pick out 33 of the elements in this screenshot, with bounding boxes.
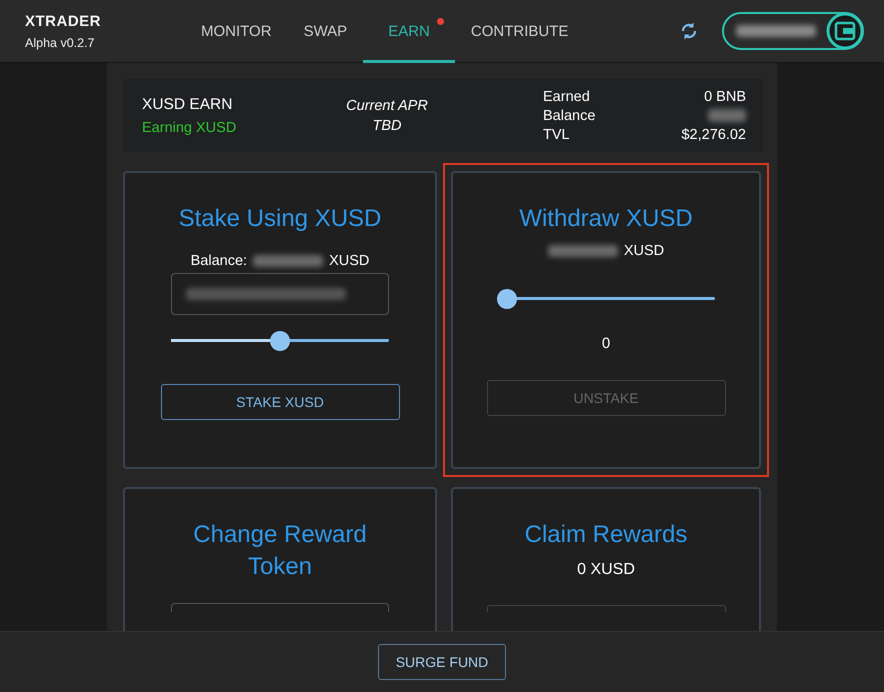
reward-amount: 0 XUSD — [577, 561, 635, 579]
version-label: Alpha v0.2.7 — [25, 36, 96, 50]
card-title: Stake Using XUSD — [178, 204, 382, 234]
surge-fund-button[interactable]: SURGE FUND — [378, 644, 506, 680]
card-title: Change Reward Token — [192, 520, 368, 582]
nav-tab[interactable]: CONTRIBUTE — [454, 0, 584, 62]
balance-label: Balance: — [190, 253, 248, 269]
apr-label: Current APR — [346, 98, 428, 114]
unit-label: XUSD — [624, 243, 664, 259]
blurred-value — [253, 255, 324, 267]
nav-tab[interactable]: SWAP — [288, 0, 364, 62]
token-field[interactable] — [171, 603, 389, 612]
wallet-button[interactable] — [722, 12, 864, 50]
pool-status: Earning XUSD — [142, 120, 238, 136]
stat-label: Earned — [543, 88, 590, 104]
wallet-icon — [826, 12, 864, 50]
stake-slider[interactable] — [171, 331, 389, 351]
stat-value: $2,276.02 — [681, 126, 746, 142]
blurred-value — [548, 245, 618, 257]
nav-tab[interactable]: MONITOR — [185, 0, 288, 62]
card-title: Claim Rewards — [524, 520, 688, 550]
stat-label: Balance — [543, 108, 596, 124]
refresh-icon[interactable] — [679, 20, 699, 42]
stake-button[interactable]: STAKE XUSD — [160, 384, 400, 420]
amount-field[interactable] — [171, 273, 389, 315]
unit-label: XUSD — [329, 253, 370, 269]
slider-value: 0 — [602, 335, 610, 352]
pool-title: XUSD EARN — [142, 96, 234, 114]
card-title: Withdraw XUSD — [518, 204, 694, 234]
stat-label: TVL — [543, 126, 570, 142]
logo: XTRADER — [25, 12, 102, 30]
apr-value: TBD — [372, 118, 402, 134]
stat-value: 0 BNB — [704, 88, 746, 104]
